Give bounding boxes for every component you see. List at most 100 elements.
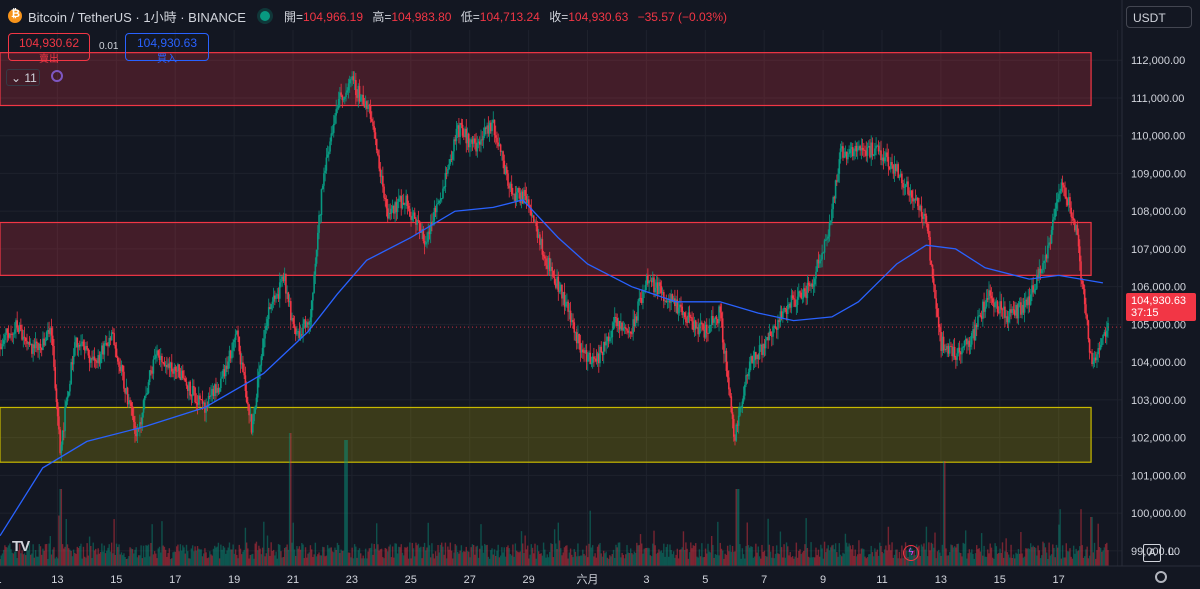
volume-bar — [982, 555, 984, 566]
candle-body — [0, 343, 1, 347]
indicator-settings-icon[interactable] — [51, 70, 63, 82]
candle-body — [535, 221, 538, 227]
volume-bar — [567, 558, 569, 566]
candle-body — [39, 343, 42, 349]
volume-bar — [211, 555, 213, 566]
candle-body — [1059, 190, 1061, 194]
candle-body — [340, 92, 342, 96]
candle-body — [748, 361, 751, 373]
x-tick-label: 六月 — [577, 573, 599, 586]
volume-bar — [676, 548, 679, 566]
candle-body — [772, 327, 774, 337]
volume-bar — [762, 551, 764, 566]
volume-bar — [471, 544, 474, 566]
candle-body — [440, 198, 443, 199]
candle-body — [2, 340, 5, 344]
volume-bar — [1107, 550, 1109, 566]
price-chart[interactable]: 99,000.00100,000.00101,000.00102,000.001… — [0, 0, 1200, 589]
volume-bar — [195, 550, 198, 566]
volume-bar — [687, 558, 690, 566]
candle-body — [721, 318, 724, 343]
volume-bar — [886, 550, 888, 566]
volume-bar — [703, 556, 706, 566]
candle-body — [369, 105, 372, 120]
gear-icon[interactable] — [1155, 571, 1167, 583]
volume-bar — [1106, 542, 1108, 566]
candle-body — [302, 323, 304, 335]
volume-bar — [594, 553, 596, 566]
volume-bar — [880, 546, 882, 566]
candle-body — [524, 189, 526, 196]
volume-bar — [244, 527, 247, 566]
candle — [7, 325, 10, 341]
volume-bar — [80, 543, 82, 566]
volume-bar — [37, 556, 39, 566]
volume-bar — [503, 547, 506, 566]
volume-bar — [715, 554, 718, 566]
volume-bar — [470, 547, 472, 566]
volume-bar — [693, 545, 696, 566]
volume-bar — [236, 554, 238, 566]
buy-button[interactable]: 104,930.63 買入 — [125, 33, 209, 65]
volume-bar — [122, 555, 124, 566]
volume-bar — [16, 558, 18, 566]
candle — [800, 288, 803, 300]
auto-scale-button[interactable]: A — [1143, 544, 1161, 562]
volume-bar — [1042, 541, 1044, 566]
volume-bar — [323, 547, 325, 566]
candle-body — [251, 421, 254, 433]
tradingview-logo[interactable]: TV — [12, 538, 30, 555]
candle-body — [51, 335, 54, 347]
volume-bar — [255, 541, 258, 566]
volume-bar — [155, 553, 157, 566]
volume-bar — [342, 550, 345, 566]
volume-bar — [320, 555, 323, 566]
candle-body — [86, 345, 88, 350]
volume-bar — [604, 553, 606, 566]
candle-body — [958, 347, 961, 353]
volume-bar — [31, 553, 33, 566]
volume-bar — [120, 552, 123, 566]
volume-bar — [110, 542, 113, 566]
candle-body — [4, 334, 6, 341]
volume-bar — [68, 548, 70, 566]
candle-body — [680, 304, 682, 307]
candle-body — [253, 413, 255, 422]
candle-body — [989, 290, 992, 296]
ohlc-values: 開=104,966.19 高=104,983.80 低=104,713.24 收… — [284, 8, 733, 25]
candle — [563, 282, 566, 315]
indicators-toggle[interactable]: ⌄ 11 — [6, 69, 40, 86]
close-value: 104,930.63 — [568, 9, 629, 24]
volume-bar — [491, 548, 493, 566]
candle-body — [58, 416, 60, 430]
candle-body — [552, 270, 555, 277]
volume-bar — [299, 549, 302, 566]
volume-bar — [459, 550, 461, 566]
volume-bar — [243, 549, 245, 566]
volume-bar — [86, 543, 88, 566]
volume-bar — [541, 555, 544, 566]
volume-bar — [949, 551, 951, 566]
log-scale-button[interactable]: L — [1163, 544, 1179, 560]
volume-bar — [103, 545, 105, 566]
volume-bar — [221, 549, 223, 566]
volume-bar — [409, 542, 411, 566]
currency-selector[interactable]: USDT — [1126, 6, 1192, 28]
volume-bar — [200, 549, 202, 566]
candle-body — [319, 215, 322, 216]
volume-bar — [453, 552, 455, 566]
volume-bar — [1054, 557, 1056, 566]
volume-bar — [702, 557, 704, 566]
lightning-icon[interactable]: ϟ — [903, 545, 919, 561]
volume-bar — [768, 544, 771, 566]
volume-bar — [115, 543, 118, 566]
candle-body — [935, 298, 938, 309]
sell-button[interactable]: 104,930.62 賣出 — [8, 33, 90, 65]
volume-bar — [283, 548, 286, 566]
candle-body — [1061, 182, 1064, 186]
symbol-title[interactable]: Bitcoin / TetherUS · 1小時 · BINANCE — [28, 7, 246, 26]
candle-body — [1082, 283, 1085, 289]
volume-bar — [398, 546, 400, 566]
candle-body — [193, 386, 195, 388]
volume-bar — [266, 535, 269, 566]
